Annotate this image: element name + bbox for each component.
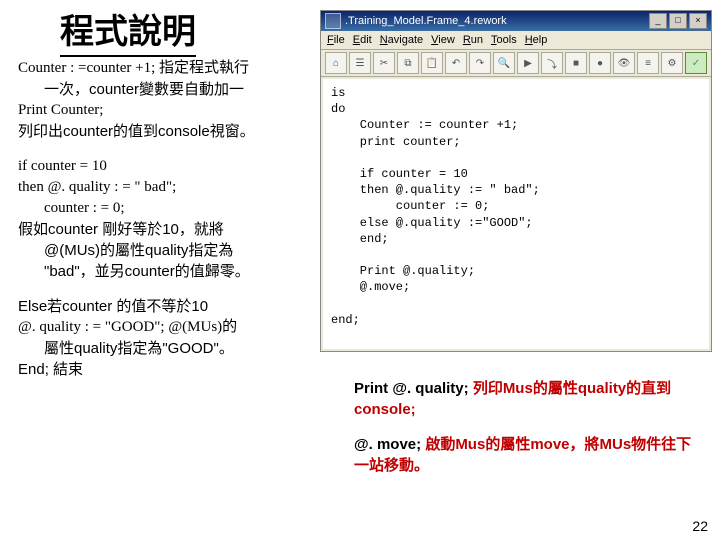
settings-icon[interactable]: ⚙	[661, 52, 683, 74]
code-editor-window: .Training_Model.Frame_4.rework _ □ × Fil…	[320, 10, 712, 352]
p3-line3: counter : = 0;	[18, 198, 318, 219]
p5-line2: @. quality : = "GOOD"; @(MUs)的	[18, 317, 318, 338]
tree-icon[interactable]: ≡	[637, 52, 659, 74]
app-icon	[325, 13, 341, 29]
note-a-black: Print @. quality;	[354, 380, 473, 397]
note-b-black: @. move;	[354, 436, 425, 453]
ok-icon[interactable]: ✓	[685, 52, 707, 74]
toolbar: ⌂ ☰ ✂ ⧉ 📋 ↶ ↷ 🔍 ▶ ⤵ ■ ● 👁 ≡ ⚙ ✓	[321, 50, 711, 77]
stop-icon[interactable]: ■	[565, 52, 587, 74]
p2-line2: 列印出counter的值到console視窗。	[18, 121, 318, 142]
menu-view[interactable]: View	[431, 34, 455, 46]
p5-line1: Else若counter 的值不等於10	[18, 296, 318, 317]
page-number: 22	[692, 518, 708, 534]
menu-run[interactable]: Run	[463, 34, 483, 46]
window-buttons: _ □ ×	[649, 13, 707, 29]
p2-line1: Print Counter;	[18, 100, 318, 121]
menu-edit[interactable]: Edit	[353, 34, 372, 46]
maximize-button[interactable]: □	[669, 13, 687, 29]
menu-help[interactable]: Help	[525, 34, 548, 46]
copy-icon[interactable]: ⧉	[397, 52, 419, 74]
close-button[interactable]: ×	[689, 13, 707, 29]
p4-line1: 假如counter 剛好等於10，就將	[18, 219, 318, 240]
menu-bar: File Edit Navigate View Run Tools Help	[321, 31, 711, 50]
para-5: Else若counter 的值不等於10 @. quality : = "GOO…	[18, 296, 318, 380]
p4-line2: @(MUs)的屬性quality指定為	[18, 240, 318, 261]
p5-line3: 屬性quality指定為"GOOD"。	[18, 338, 318, 359]
editor-titlebar[interactable]: .Training_Model.Frame_4.rework _ □ ×	[321, 11, 711, 31]
code-textarea[interactable]: is do Counter := counter +1; print count…	[323, 79, 709, 349]
para-3: if counter = 10 then @. quality : = " ba…	[18, 156, 318, 282]
p3-line2: then @. quality : = " bad";	[18, 177, 318, 198]
p1-line1: Counter : =counter +1; 指定程式執行	[18, 58, 318, 79]
run-icon[interactable]: ▶	[517, 52, 539, 74]
watch-icon[interactable]: 👁	[613, 52, 635, 74]
p1-indent: 一次，counter變數要自動加一	[18, 79, 318, 100]
p5-line4: End; 結束	[18, 359, 318, 380]
bottom-right-notes: Print @. quality; 列印Mus的屬性quality的直到cons…	[354, 378, 702, 490]
para-1: Counter : =counter +1; 指定程式執行 一次，counter…	[18, 58, 318, 142]
slide-title: 程式說明	[60, 4, 196, 57]
left-column: Counter : =counter +1; 指定程式執行 一次，counter…	[18, 58, 318, 394]
window-title: .Training_Model.Frame_4.rework	[345, 15, 507, 27]
paste-icon[interactable]: 📋	[421, 52, 443, 74]
minimize-button[interactable]: _	[649, 13, 667, 29]
cut-icon[interactable]: ✂	[373, 52, 395, 74]
note-print-quality: Print @. quality; 列印Mus的屬性quality的直到cons…	[354, 378, 702, 420]
menu-navigate[interactable]: Navigate	[380, 34, 423, 46]
menu-tools[interactable]: Tools	[491, 34, 517, 46]
p3-line1: if counter = 10	[18, 156, 318, 177]
redo-icon[interactable]: ↷	[469, 52, 491, 74]
open-icon[interactable]: ☰	[349, 52, 371, 74]
menu-file[interactable]: File	[327, 34, 345, 46]
note-move: @. move; 啟動Mus的屬性move，將MUs物件往下一站移動。	[354, 434, 702, 476]
step-icon[interactable]: ⤵	[541, 52, 563, 74]
home-icon[interactable]: ⌂	[325, 52, 347, 74]
breakpoint-icon[interactable]: ●	[589, 52, 611, 74]
p4-line3: "bad"，並另counter的值歸零。	[18, 261, 318, 282]
find-icon[interactable]: 🔍	[493, 52, 515, 74]
undo-icon[interactable]: ↶	[445, 52, 467, 74]
